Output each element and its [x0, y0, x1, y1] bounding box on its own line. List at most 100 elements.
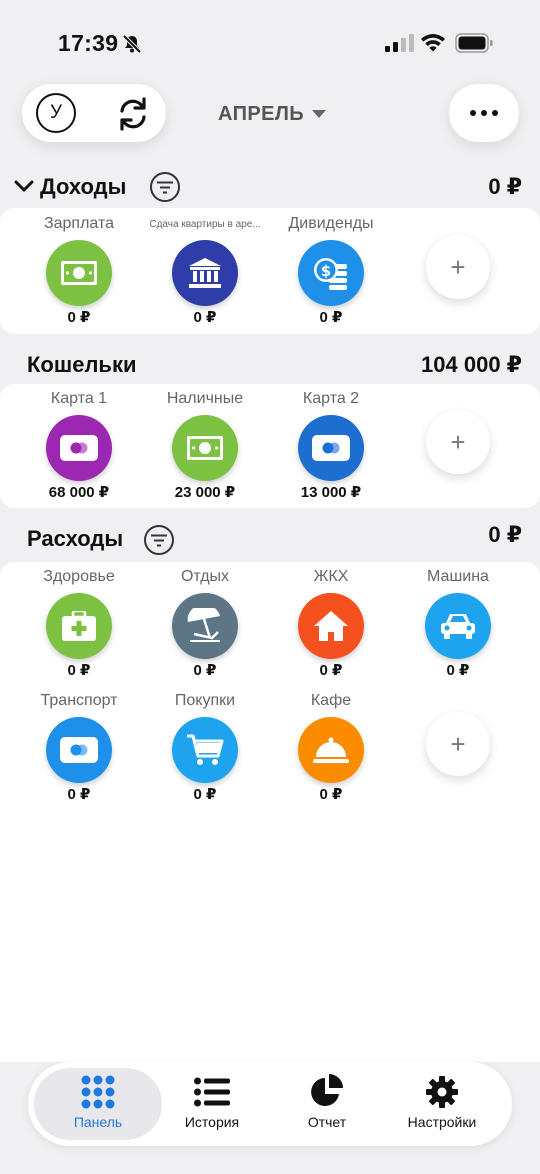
wallets-card: Карта 1 68 000 ₽ Наличные 23 000 ₽ Карта…	[0, 384, 540, 508]
first-aid-icon	[46, 593, 112, 659]
card-icon	[298, 415, 364, 481]
category-cafe[interactable]: Кафе 0 ₽	[268, 691, 394, 805]
svg-text:$: $	[321, 262, 331, 280]
more-dot-icon	[492, 110, 498, 116]
add-income-button[interactable]: +	[426, 235, 490, 299]
wifi-icon	[421, 34, 445, 52]
expenses-title: Расходы	[27, 526, 124, 551]
sync-icon[interactable]	[114, 95, 152, 133]
income-title[interactable]: Доходы	[40, 170, 126, 204]
income-filter-icon[interactable]	[150, 172, 180, 202]
wallets-title: Кошельки	[27, 352, 137, 377]
wallet-card1[interactable]: Карта 1 68 000 ₽	[16, 389, 142, 503]
tab-settings[interactable]: Настройки	[378, 1068, 506, 1140]
category-shopping[interactable]: Покупки 0 ₽	[142, 691, 268, 805]
wallet-value: 68 000 ₽	[48, 484, 110, 501]
category-transport[interactable]: Транспорт 0 ₽	[16, 691, 142, 805]
category-value: 0 ₽	[319, 786, 343, 803]
list-icon	[148, 1072, 276, 1112]
category-value: 0 ₽	[67, 662, 91, 679]
category-label: Покупки	[174, 692, 236, 709]
tab-panel[interactable]: Панель	[34, 1068, 162, 1140]
category-health[interactable]: Здоровье 0 ₽	[16, 567, 142, 681]
category-utilities[interactable]: ЖКХ 0 ₽	[268, 567, 394, 681]
signal-icon	[385, 34, 414, 52]
category-value: 0 ₽	[193, 309, 217, 326]
user-button[interactable]: У	[36, 93, 76, 133]
car-icon	[425, 593, 491, 659]
banknote-icon	[172, 415, 238, 481]
month-selector[interactable]: АПРЕЛЬ	[218, 100, 327, 128]
tab-bar-area: Панель История Отчет Настройки	[0, 1062, 540, 1174]
add-wallet-cell: +	[395, 410, 521, 474]
add-wallet-button[interactable]: +	[426, 410, 490, 474]
bell-muted-icon	[122, 34, 142, 54]
gear-icon	[378, 1072, 506, 1112]
add-expense-button[interactable]: +	[426, 712, 490, 776]
tab-report[interactable]: Отчет	[263, 1068, 391, 1140]
cart-icon	[172, 717, 238, 783]
category-value: 0 ₽	[446, 662, 470, 679]
banknote-icon	[46, 240, 112, 306]
tab-label: Настройки	[407, 1114, 477, 1130]
category-dividends[interactable]: Дивиденды $ 0 ₽	[268, 214, 394, 328]
coins-icon: $	[298, 240, 364, 306]
card-icon	[46, 415, 112, 481]
income-header: Доходы 0 ₽	[0, 170, 540, 204]
expenses-filter-icon[interactable]	[144, 525, 174, 555]
status-time: 17:39	[58, 30, 119, 56]
tab-label: Панель	[73, 1114, 123, 1130]
tab-label: История	[184, 1114, 240, 1130]
chevron-down-icon	[312, 110, 327, 118]
category-car[interactable]: Машина 0 ₽	[395, 567, 521, 681]
wallet-label: Карта 1	[50, 390, 108, 407]
wallet-value: 13 000 ₽	[300, 484, 362, 501]
category-label: Отдых	[180, 568, 230, 585]
category-label: Сдача квартиры в аре...	[149, 219, 261, 230]
card-icon	[46, 717, 112, 783]
category-label: Зарплата	[43, 215, 115, 232]
wallet-card2[interactable]: Карта 2 13 000 ₽	[268, 389, 394, 503]
category-label: Машина	[427, 568, 489, 585]
category-label: Здоровье	[43, 568, 115, 585]
category-value: 0 ₽	[319, 309, 343, 326]
bank-icon	[172, 240, 238, 306]
grid-icon	[34, 1072, 162, 1112]
battery-icon	[455, 33, 493, 53]
more-dot-icon	[470, 110, 476, 116]
top-left-controls: У	[22, 84, 166, 142]
wallets-header: Кошельки 104 000 ₽	[0, 348, 540, 382]
income-card: Зарплата 0 ₽ Сдача квартиры в аре... 0 ₽…	[0, 208, 540, 334]
more-button[interactable]	[449, 84, 519, 142]
wallets-total: 104 000 ₽	[421, 352, 522, 377]
more-dot-icon	[481, 110, 487, 116]
beach-umbrella-icon	[172, 593, 238, 659]
category-value: 0 ₽	[319, 662, 343, 679]
category-label: ЖКХ	[313, 568, 349, 585]
category-label: Транспорт	[40, 692, 118, 709]
expenses-card: Здоровье 0 ₽ Отдых 0 ₽ ЖКХ 0 ₽ Машина 0 …	[0, 562, 540, 1062]
category-value: 0 ₽	[193, 786, 217, 803]
category-label: Дивиденды	[288, 215, 374, 232]
cloche-icon	[298, 717, 364, 783]
wallet-label: Карта 2	[302, 390, 360, 407]
expenses-total: 0 ₽	[488, 522, 522, 547]
wallet-cash[interactable]: Наличные 23 000 ₽	[142, 389, 268, 503]
tab-bar: Панель История Отчет Настройки	[28, 1062, 512, 1146]
income-total: 0 ₽	[488, 174, 522, 199]
tab-label: Отчет	[307, 1114, 347, 1130]
category-label: Кафе	[310, 692, 352, 709]
category-value: 0 ₽	[67, 786, 91, 803]
add-income-cell: +	[395, 235, 521, 299]
add-expense-cell: +	[395, 712, 521, 776]
category-rent[interactable]: Сдача квартиры в аре... 0 ₽	[142, 214, 268, 328]
category-leisure[interactable]: Отдых 0 ₽	[142, 567, 268, 681]
pie-chart-icon	[263, 1072, 391, 1112]
status-bar: 17:39	[0, 0, 540, 80]
category-salary[interactable]: Зарплата 0 ₽	[16, 214, 142, 328]
expenses-header: Расходы 0 ₽	[0, 522, 540, 556]
house-icon	[298, 593, 364, 659]
collapse-chevron-icon[interactable]	[14, 179, 34, 195]
wallet-label: Наличные	[166, 390, 244, 407]
tab-history[interactable]: История	[148, 1068, 276, 1140]
